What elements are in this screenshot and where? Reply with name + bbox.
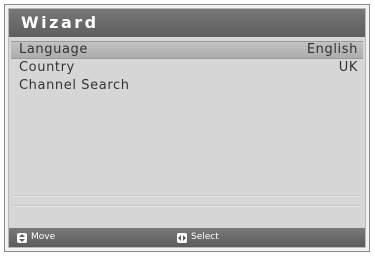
hint-move-label: Move <box>31 232 56 242</box>
wizard-menu: Language English Country UK Channel Sear… <box>9 41 365 95</box>
hint-select: Select <box>177 228 219 247</box>
left-right-arrows-icon <box>177 232 187 243</box>
country-value: UK <box>338 60 358 75</box>
wizard-panel: Wizard Language English Country UK Chann… <box>8 8 366 248</box>
menu-item-channel-search[interactable]: Channel Search <box>11 77 363 95</box>
divider <box>13 205 361 207</box>
language-value: English <box>306 42 358 57</box>
wizard-frame: Wizard Language English Country UK Chann… <box>4 4 370 252</box>
hint-select-label: Select <box>191 232 219 242</box>
hint-move: Move <box>17 228 55 247</box>
help-bar: Move Select <box>9 228 365 247</box>
menu-item-language[interactable]: Language English <box>11 41 363 59</box>
wizard-title: Wizard <box>9 9 365 37</box>
menu-item-label: Language <box>19 42 88 57</box>
menu-item-country[interactable]: Country UK <box>11 59 363 77</box>
menu-item-label: Channel Search <box>19 78 130 93</box>
divider <box>13 195 361 197</box>
up-down-arrows-icon <box>17 232 27 243</box>
menu-item-label: Country <box>19 60 75 75</box>
